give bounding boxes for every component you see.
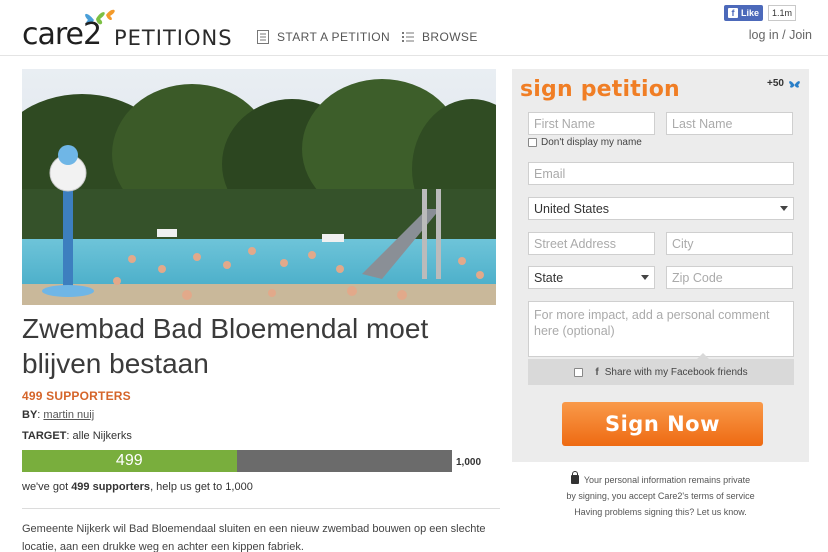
start-petition-label: START A PETITION <box>277 30 391 44</box>
progress-bar: 499 <box>22 450 452 472</box>
street-address-input[interactable]: Street Address <box>528 232 655 255</box>
progress-fill: 499 <box>22 450 237 472</box>
target-value: alle Nijkerks <box>72 430 132 442</box>
logo-wordmark: care2 <box>22 17 102 52</box>
country-value: United States <box>534 201 610 216</box>
facebook-like-button[interactable]: f Like <box>724 5 764 21</box>
first-name-input[interactable]: First Name <box>528 112 655 135</box>
state-value: State <box>534 270 564 285</box>
like-count: 1.1m <box>768 5 797 21</box>
share-notch <box>697 353 709 359</box>
sign-petition-panel: sign petition +50 First Name Last Name D… <box>512 69 809 462</box>
dont-display-name-label: Don't display my name <box>541 137 642 148</box>
facebook-share-checkbox[interactable] <box>574 367 584 377</box>
progress-goal: 1,000 <box>456 457 482 468</box>
petition-author: BY: martin nuij <box>22 409 95 421</box>
city-input[interactable]: City <box>666 232 793 255</box>
dont-display-name-option[interactable]: Don't display my name <box>528 137 642 148</box>
privacy-text-1: Your personal information remains privat… <box>583 475 751 485</box>
butterfly-points: +50 <box>767 78 801 89</box>
browse-link[interactable]: BROWSE <box>402 30 478 44</box>
privacy-notice: Your personal information remains privat… <box>512 471 809 520</box>
points-label: +50 <box>767 78 784 89</box>
author-link[interactable]: martin nuij <box>43 409 94 421</box>
dont-display-name-checkbox[interactable] <box>528 138 537 147</box>
divider <box>22 508 500 509</box>
facebook-share-option[interactable]: f Share with my Facebook friends <box>528 353 794 385</box>
facebook-like-widget[interactable]: f Like 1.1m <box>724 5 797 21</box>
last-name-input[interactable]: Last Name <box>666 112 793 135</box>
swimming-pool-photo <box>22 69 496 305</box>
facebook-share-label: Share with my Facebook friends <box>604 366 748 378</box>
login-join-link[interactable]: log in / Join <box>749 28 812 42</box>
report-problem-text[interactable]: Having problems signing this? Let us kno… <box>512 504 809 520</box>
facebook-f-icon: f <box>595 366 599 378</box>
list-icon <box>402 32 414 42</box>
by-label: BY <box>22 409 38 421</box>
petition-hero-image <box>22 69 496 305</box>
personal-comment-textarea[interactable]: For more impact, add a personal comment … <box>528 301 794 357</box>
target-label: TARGET <box>22 430 67 442</box>
chevron-down-icon <box>641 275 649 280</box>
progress-note-pre: we've got <box>22 481 72 493</box>
chevron-down-icon <box>780 206 788 211</box>
zip-code-input[interactable]: Zip Code <box>666 266 793 289</box>
logo-petitions-text: PETITIONS <box>114 26 233 50</box>
site-header: care2 PETITIONS START A PETITION BROWSE … <box>0 0 828 56</box>
petition-title: Zwembad Bad Bloemendal moet blijven best… <box>22 313 429 379</box>
terms-of-service-text[interactable]: by signing, you accept Care2's terms of … <box>512 488 809 504</box>
country-select[interactable]: United States <box>528 197 794 220</box>
petition-target: TARGET: alle Nijkerks <box>22 430 132 442</box>
progress-note-count: 499 supporters <box>71 481 151 493</box>
email-input[interactable]: Email <box>528 162 794 185</box>
state-select[interactable]: State <box>528 266 655 289</box>
supporters-count: 499 SUPPORTERS <box>22 389 131 403</box>
browse-label: BROWSE <box>422 30 478 44</box>
butterfly-icon <box>789 80 800 88</box>
progress-note: we've got 499 supporters, help us get to… <box>22 481 253 493</box>
privacy-line-1: Your personal information remains privat… <box>512 471 809 488</box>
like-label: Like <box>741 8 760 18</box>
facebook-icon: f <box>728 8 738 18</box>
start-petition-link[interactable]: START A PETITION <box>257 30 390 44</box>
document-icon <box>257 30 269 44</box>
sign-now-button[interactable]: Sign Now <box>562 402 763 446</box>
sign-petition-heading: sign petition <box>520 77 680 102</box>
lock-icon <box>570 471 579 484</box>
progress-note-post: , help us get to 1,000 <box>150 481 253 493</box>
petition-description: Gemeente Nijkerk wil Bad Bloemendaal slu… <box>22 523 486 552</box>
